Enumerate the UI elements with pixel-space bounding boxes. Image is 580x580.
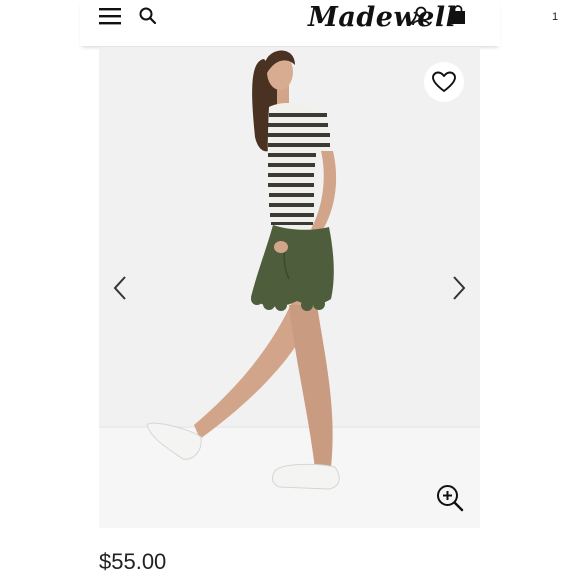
- cart-count: 1: [552, 11, 559, 23]
- product-price: $55.00: [99, 549, 167, 574]
- hamburger-menu-icon[interactable]: [98, 6, 122, 26]
- chevron-right-icon[interactable]: [448, 275, 468, 301]
- site-header: Madewell 1: [80, 0, 558, 46]
- favorite-button[interactable]: [424, 62, 464, 102]
- product-image-gallery[interactable]: [99, 47, 480, 528]
- brand-logo[interactable]: Madewell: [308, 2, 456, 33]
- shopping-bag-icon[interactable]: [449, 5, 467, 25]
- chevron-left-icon[interactable]: [111, 275, 131, 301]
- heart-icon: [432, 71, 456, 92]
- product-photo: [99, 50, 480, 490]
- zoom-in-icon[interactable]: [435, 483, 465, 513]
- user-icon[interactable]: [410, 5, 432, 27]
- search-icon[interactable]: [138, 6, 158, 26]
